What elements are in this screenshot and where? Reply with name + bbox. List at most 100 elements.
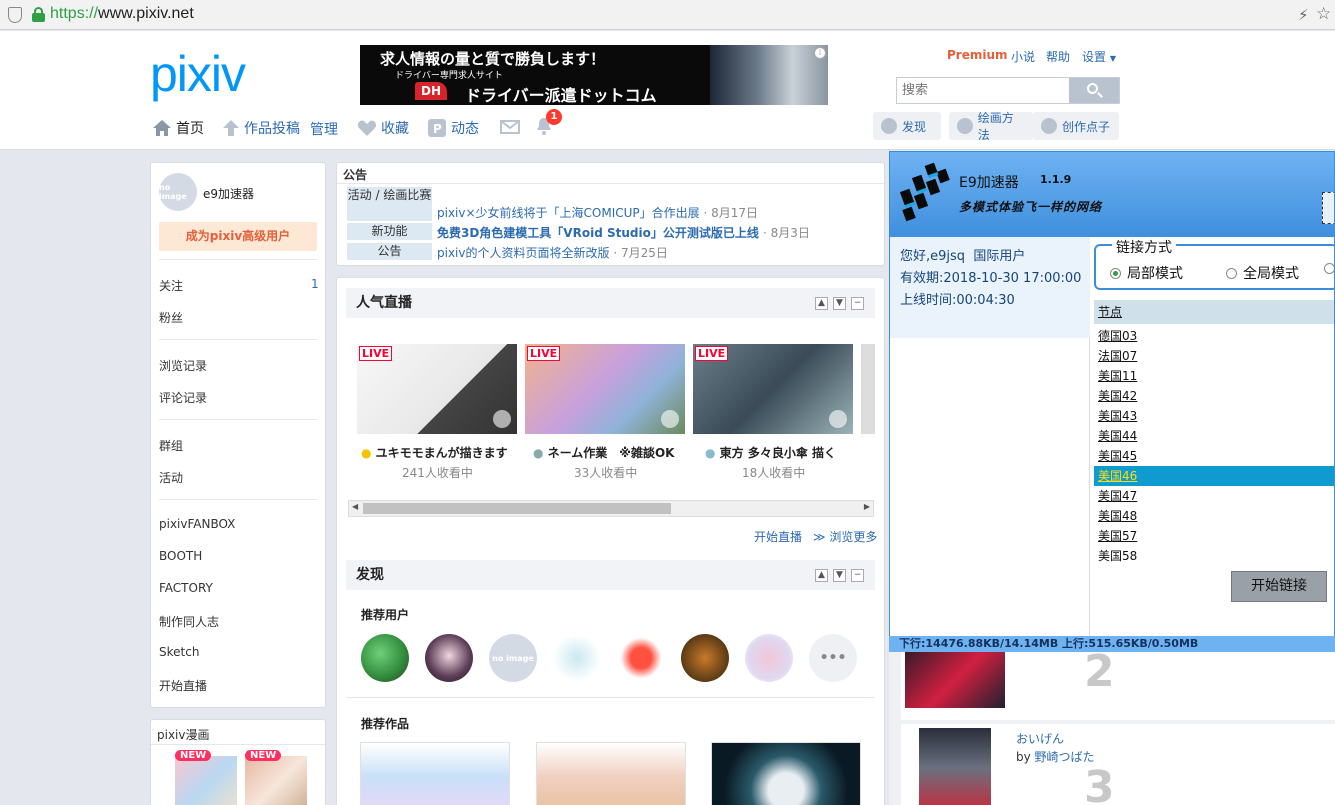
node-item[interactable]: 美国11 <box>1094 366 1334 386</box>
premium-link[interactable]: Premium <box>947 48 1008 62</box>
ad-banner[interactable]: 求人情報の量と質で勝負します！ ドライバー専門求人サイト DH ドライバー派遣ド… <box>360 45 828 105</box>
nav-bookmark[interactable]: 收藏 <box>357 118 409 138</box>
sidebar-item-factory[interactable]: FACTORY <box>159 581 213 595</box>
move-up-icon[interactable]: ▲ <box>815 297 828 310</box>
pixiv-logo[interactable]: pixiv <box>150 45 246 103</box>
announcement-link[interactable]: pixiv×少女前线将于「上海COMICUP」合作出展 · 8月17日 <box>437 204 758 221</box>
node-item[interactable]: 美国42 <box>1094 386 1334 406</box>
move-down-icon[interactable]: ▼ <box>833 297 846 310</box>
howto-button[interactable]: 绘画方法 <box>949 111 1033 142</box>
nav-manage[interactable]: 管理 <box>310 119 338 139</box>
work-thumb[interactable] <box>711 742 861 805</box>
work-thumb[interactable] <box>536 742 686 805</box>
node-item-selected[interactable]: 美国46 <box>1094 466 1334 486</box>
nav-home[interactable]: 首页 <box>152 118 204 138</box>
help-link[interactable]: 帮助 <box>1046 48 1070 65</box>
node-item[interactable]: 美国45 <box>1094 446 1334 466</box>
radio-unchecked-icon <box>1226 267 1237 279</box>
scroll-right-icon[interactable]: ▶ <box>864 502 870 511</box>
node-item[interactable]: 美国44 <box>1094 426 1334 446</box>
avatar[interactable] <box>553 634 601 682</box>
avatar[interactable] <box>681 634 729 682</box>
node-item[interactable]: 德国03 <box>1094 326 1334 346</box>
sidebar-item-fans[interactable]: 粉丝 <box>159 309 183 326</box>
upload-icon <box>223 120 239 136</box>
ranking-thumb[interactable] <box>905 652 1005 708</box>
sidebar-item-sketch[interactable]: Sketch <box>159 645 199 659</box>
announcement-link[interactable]: 免费3D角色建模工具「VRoid Studio」公开测试版已上线 · 8月3日 <box>437 224 810 241</box>
node-item[interactable]: 美国43 <box>1094 406 1334 426</box>
scroll-left-icon[interactable]: ◀ <box>352 502 358 511</box>
ranking-title[interactable]: おいげん <box>1016 730 1064 747</box>
ranking-thumb[interactable] <box>919 728 991 805</box>
shield-icon[interactable] <box>8 7 22 23</box>
side-tab[interactable] <box>1322 192 1334 224</box>
sidebar-item-comments[interactable]: 评论记录 <box>159 389 207 406</box>
search-button[interactable] <box>1069 78 1119 103</box>
scrollbar-thumb[interactable] <box>363 503 671 514</box>
live-thumb[interactable]: LIVE <box>525 344 685 434</box>
radio-extra-mode[interactable] <box>1324 263 1334 274</box>
mail-icon[interactable] <box>500 120 520 137</box>
start-live-link[interactable]: 开始直播 <box>754 528 802 545</box>
start-connect-button[interactable]: 开始链接 <box>1231 571 1327 602</box>
node-item[interactable]: 美国57 <box>1094 526 1334 546</box>
radio-local-mode[interactable]: 局部模式 <box>1110 263 1183 283</box>
sidebar-item-history[interactable]: 浏览记录 <box>159 357 207 374</box>
avatar[interactable] <box>361 634 409 682</box>
ideas-button[interactable]: 创作点子 <box>1033 112 1119 140</box>
accelerator-window: E9加速器 1.1.9 多模式体验飞一样的网络 您好,e9jsq 国际用户 有效… <box>889 151 1335 650</box>
ranking-author[interactable]: by 野崎つばた <box>1016 748 1095 765</box>
avatar[interactable]: no image <box>489 634 537 682</box>
node-item[interactable]: 法国07 <box>1094 346 1334 366</box>
star-icon[interactable]: ☆ <box>1316 4 1331 24</box>
ad-info-icon[interactable]: i <box>814 47 826 59</box>
manga-thumb[interactable] <box>245 756 307 805</box>
svg-text:P: P <box>433 122 442 136</box>
announcements-title: 公告 <box>343 168 368 182</box>
move-up-icon[interactable]: ▲ <box>815 569 828 582</box>
radio-global-mode[interactable]: 全局模式 <box>1226 263 1299 283</box>
manga-thumb[interactable] <box>175 756 237 805</box>
live-title[interactable]: ● 東方 多々良小傘 描く <box>705 444 836 461</box>
node-item[interactable]: 美国58 <box>1094 546 1334 566</box>
novel-link[interactable]: 小说 <box>1011 48 1035 65</box>
node-item[interactable]: 美国47 <box>1094 486 1334 506</box>
live-thumb[interactable] <box>861 344 875 434</box>
sidebar-item-live[interactable]: 开始直播 <box>159 677 207 694</box>
live-title[interactable]: ● ネーム作業 ※雑談OK <box>533 444 674 461</box>
sidebar-item-booth[interactable]: BOOTH <box>159 549 202 563</box>
bolt-icon[interactable]: ⚡ <box>1298 6 1309 24</box>
browser-urlbar: https://www.pixiv.net ⚡ ☆ <box>0 0 1335 30</box>
settings-link[interactable]: 设置 ▼ <box>1082 48 1116 65</box>
nav-feed[interactable]: P 动态 <box>427 118 479 138</box>
sidebar-item-groups[interactable]: 群组 <box>159 437 183 454</box>
sidebar-item-events[interactable]: 活动 <box>159 469 183 486</box>
more-users-button[interactable]: ••• <box>809 634 857 682</box>
sidebar-item-doujin[interactable]: 制作同人志 <box>159 613 219 630</box>
discover-button[interactable]: 发现 <box>873 112 941 140</box>
accelerator-subtitle: 多模式体验飞一样的网络 <box>959 200 1103 214</box>
search-input[interactable] <box>897 78 1071 103</box>
url-text[interactable]: https://www.pixiv.net <box>50 5 194 23</box>
avatar[interactable]: no image <box>159 173 197 211</box>
avatar[interactable] <box>745 634 793 682</box>
move-down-icon[interactable]: ▼ <box>833 569 846 582</box>
collapse-icon[interactable]: − <box>851 569 864 582</box>
username[interactable]: e9加速器 <box>203 185 254 202</box>
avatar[interactable] <box>425 634 473 682</box>
avatar[interactable] <box>617 634 665 682</box>
live-thumb[interactable]: LIVE <box>693 344 853 434</box>
sidebar-item-fanbox[interactable]: pixivFANBOX <box>159 517 235 531</box>
announcement-link[interactable]: pixiv的个人资料页面将全新改版 · 7月25日 <box>437 244 668 261</box>
become-premium-button[interactable]: 成为pixiv高级用户 <box>159 222 317 251</box>
work-thumb[interactable] <box>360 742 510 805</box>
live-title[interactable]: ● ユキモモまんが描きます <box>361 444 508 461</box>
nav-post[interactable]: 作品投稿 <box>222 118 300 138</box>
collapse-icon[interactable]: − <box>851 297 864 310</box>
browse-more-link[interactable]: ≫ 浏览更多 <box>813 528 877 545</box>
live-thumb[interactable]: LIVE <box>357 344 517 434</box>
node-item[interactable]: 美国48 <box>1094 506 1334 526</box>
horizontal-scrollbar[interactable]: ◀ ▶ <box>348 500 874 517</box>
sidebar-item-follow[interactable]: 关注 <box>159 277 183 294</box>
